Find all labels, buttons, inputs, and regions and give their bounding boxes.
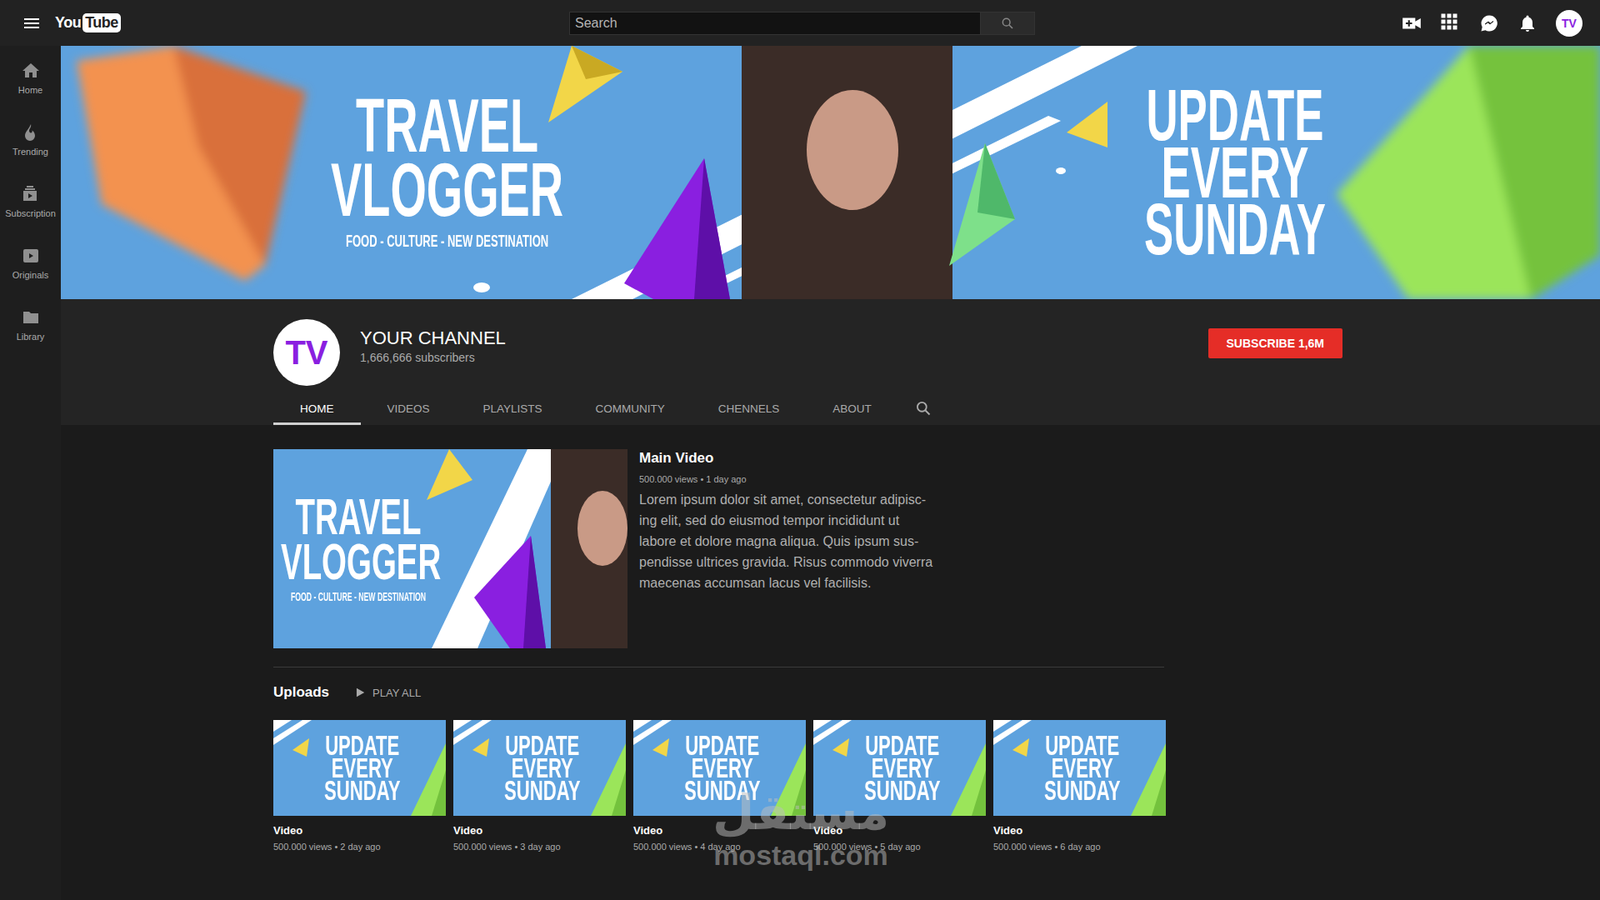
featured-thumbnail[interactable]: TRAVELVLOGGERFOOD - CULTURE - NEW DESTIN… [273,449,628,649]
subscribe-button[interactable]: SUBSCRIBE 1,6M [1208,328,1343,359]
logo-you: You [55,14,83,32]
youtube-channel-page: YouTube Search TV Home Trending Subscription O… [0,0,1600,900]
sidebar-label: Home [18,85,43,95]
channel-avatar[interactable]: TV [273,319,340,386]
magnifier-icon [1000,16,1015,30]
banner-schedule: UPDATEEVERYSUNDAY [1135,86,1335,259]
sidebar-label: Library [16,331,45,342]
video-card[interactable]: UPDATEEVERYSUNDAY Video 500.000 views • 3 … [453,720,626,852]
sidebar-label: Subscription [5,208,56,219]
channel-tab[interactable]: ABOUT [805,391,899,425]
sidebar-item[interactable]: Library [16,307,45,370]
video-description: Lorem ipsum dolor sit amet, consectetur … [639,489,933,594]
video-thumbnail[interactable]: UPDATEEVERYSUNDAY [633,720,806,816]
video-card[interactable]: UPDATEEVERYSUNDAY Video 500.000 views • 2 … [273,720,446,852]
video-thumbnail[interactable]: UPDATEEVERYSUNDAY [993,720,1166,816]
featured-video: TRAVELVLOGGERFOOD - CULTURE - NEW DESTIN… [273,449,1165,649]
video-meta: 500.000 views • 3 day ago [453,841,626,852]
channel-tab[interactable]: HOME [273,391,361,425]
create-video-icon[interactable] [1400,12,1423,35]
video-title[interactable]: Video [273,824,446,837]
search-bar: Search [569,11,1035,35]
subscriber-count: 1,666,666 subscribers [360,350,1209,365]
video-card[interactable]: UPDATEEVERYSUNDAY Video 500.000 views • 4 … [633,720,806,852]
search-placeholder: Search [575,15,618,31]
video-title[interactable]: Video [813,824,986,837]
search-input[interactable]: Search [569,11,981,35]
library-folder-icon [20,307,41,328]
channel-tab[interactable]: PLAYLISTS [456,391,570,425]
video-meta: 500.000 views • 2 day ago [273,841,446,852]
channel-header: TV YOUR CHANNEL1,666,666 subscribersSUBSC… [60,299,1600,425]
channel-search[interactable] [898,391,949,425]
top-bar: YouTube Search TV [0,0,1600,46]
video-title[interactable]: Video [453,824,626,837]
video-card[interactable]: UPDATEEVERYSUNDAY Video 500.000 views • 5 … [813,720,986,852]
sidebar-item[interactable]: Subscription [5,184,56,246]
video-thumbnail[interactable]: UPDATEEVERYSUNDAY [273,720,446,816]
video-thumbnail[interactable]: UPDATEEVERYSUNDAY [813,720,986,816]
video-title[interactable]: Main Video [639,450,933,467]
channel-banner: TRAVELVLOGGERFOOD - CULTURE - NEW DESTIN… [60,45,1600,300]
channel-tab[interactable]: COMMUNITY [569,391,692,425]
apps-grid-icon[interactable] [1440,13,1461,34]
menu-icon[interactable] [21,13,42,34]
home-icon [20,60,41,81]
youtube-logo[interactable]: YouTube [55,13,121,33]
channel-name: YOUR CHANNEL [360,327,1209,350]
main-content: TRAVELVLOGGERFOOD - CULTURE - NEW DESTIN… [60,45,1600,900]
play-all-button[interactable]: PLAY ALL [354,686,421,700]
uploads-list: UPDATEEVERYSUNDAY Video 500.000 views • 2 … [273,720,1600,852]
watermark: مستقلmostaql.com [712,786,890,871]
divider [273,666,1165,668]
search-icon [915,400,932,417]
video-meta: 500.000 views • 5 day ago [813,841,986,852]
banner-photo [741,45,953,300]
banner-artwork [60,45,1600,300]
sidebar-item[interactable]: Originals [12,245,49,308]
account-avatar[interactable]: TV [1555,10,1583,37]
video-title[interactable]: Video [633,824,806,837]
channel-tab[interactable]: CHENNELS [691,391,807,425]
originals-play-icon [20,245,41,266]
notifications-bell-icon[interactable] [1517,13,1538,34]
sidebar-label: Trending [12,146,49,157]
trending-flame-icon [20,122,40,143]
video-meta: 500.000 views • 1 day ago [639,474,933,485]
sidebar: Home Trending Subscription Originals Library [0,45,61,900]
video-meta: 500.000 views • 4 day ago [633,841,806,852]
uploads-title: Uploads [273,684,330,701]
sidebar-item[interactable]: Home [18,60,43,123]
sidebar-label: Originals [12,270,49,280]
uploads-header: Uploads PLAY ALL [273,684,1600,701]
video-thumbnail[interactable]: UPDATEEVERYSUNDAY [453,720,626,816]
play-icon [354,686,366,699]
subscription-icon [20,184,40,205]
video-card[interactable]: UPDATEEVERYSUNDAY Video 500.000 views • 6 … [993,720,1166,852]
banner-title: TRAVELVLOGGERFOOD - CULTURE - NEW DESTIN… [328,94,566,252]
video-meta: 500.000 views • 6 day ago [993,841,1166,852]
channel-tabs: HOMEVIDEOSPLAYLISTSCOMMUNITYCHENNELSABOU… [273,391,1343,425]
logo-tube: Tube [82,13,121,33]
messages-icon[interactable] [1479,13,1500,34]
channel-tab[interactable]: VIDEOS [360,391,457,425]
sidebar-item[interactable]: Trending [12,122,49,185]
search-button[interactable] [980,11,1035,35]
banner-tagline: FOOD - CULTURE - NEW DESTINATION [328,230,566,251]
video-title[interactable]: Video [993,824,1166,837]
